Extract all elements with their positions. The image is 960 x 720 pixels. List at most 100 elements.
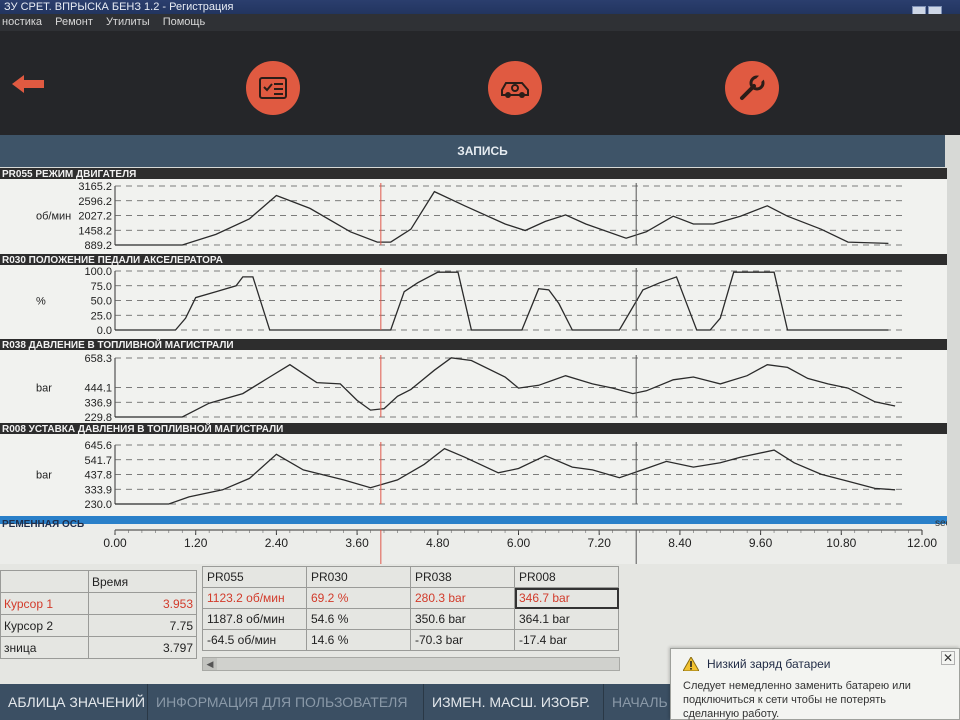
tick-label: 229.8 [84, 412, 112, 424]
notification-message: Следует немедленно заменить батарею или … [683, 680, 911, 720]
menu-bar: ностика Ремонт Утилиты Помощь [0, 14, 960, 31]
table-cell: 1123.2 об/мин [202, 587, 307, 609]
table-cell: 280.3 bar [410, 587, 515, 609]
horizontal-scrollbar[interactable]: ◀ [202, 657, 620, 671]
tick-label: 2596.2 [78, 196, 112, 208]
tick-label: 50.0 [91, 296, 112, 308]
y-axis-label: bar [36, 383, 52, 395]
checklist-button[interactable] [246, 61, 300, 115]
table-row[interactable]: Курсор 1 3.953 [0, 592, 197, 615]
time-tick-label: 1.20 [184, 536, 208, 550]
time-axis-svg: РЕМЕННАЯ ОСЬ sec 0.00 1.20 2.40 3.60 4.80 6.00 7… [0, 516, 951, 564]
time-axis-title: РЕМЕННАЯ ОСЬ [2, 519, 84, 530]
menu-diagnostics[interactable]: ностика [2, 16, 42, 28]
tab-user-info[interactable]: ИНФОРМАЦИЯ ДЛЯ ПОЛЬЗОВАТЕЛЯ [148, 684, 424, 720]
time-tick-label: 4.80 [426, 536, 450, 550]
series-line [115, 447, 896, 505]
app-window: ЗУ СРЕТ. ВПРЫСКА БЕНЗ 1.2 - Регистрация … [0, 0, 960, 720]
chart-area[interactable]: PR055 РЕЖИМ ДВИГАТЕЛЯ 3165.2 2596.2 2027.2 1… [0, 168, 947, 516]
tab-values-table[interactable]: АБЛИЦА ЗНАЧЕНИЙ [0, 684, 148, 720]
y-axis-label: bar [36, 470, 52, 482]
table-row: PR055 PR030 PR038 PR008 [202, 566, 619, 588]
time-tick-label: 3.60 [345, 536, 369, 550]
engine-button[interactable] [488, 61, 542, 115]
table-cell: -17.4 bar [514, 629, 619, 651]
menu-utilities[interactable]: Утилиты [106, 16, 150, 28]
column-header: PR055 [202, 566, 307, 588]
menu-help[interactable]: Помощь [163, 16, 206, 28]
tick-label: 437.8 [84, 470, 112, 482]
cursor1-time: 3.953 [88, 592, 197, 615]
series-line [115, 271, 889, 331]
table-row: Время [0, 570, 197, 593]
tick-label: 3165.2 [78, 181, 112, 193]
difference-label: зница [0, 636, 89, 659]
tick-label: 444.1 [84, 382, 112, 394]
tick-label: 336.9 [84, 397, 112, 409]
column-header: PR038 [410, 566, 515, 588]
time-unit-label: sec [935, 518, 947, 529]
cursor2-time: 7.75 [88, 614, 197, 637]
tick-label: 230.0 [84, 499, 112, 511]
values-table: PR055 PR030 PR038 PR008 1123.2 об/мин 69… [202, 566, 619, 651]
table-row[interactable]: зница 3.797 [0, 636, 197, 659]
table-row[interactable]: 1187.8 об/мин 54.6 % 350.6 bar 364.1 bar [202, 608, 619, 630]
tick-label: 0.0 [97, 325, 112, 337]
back-arrow-icon[interactable] [12, 73, 46, 95]
toolbar [0, 31, 960, 135]
table-row[interactable]: -64.5 об/мин 14.6 % -70.3 bar -17.4 bar [202, 629, 619, 651]
warning-icon [683, 657, 699, 671]
time-tick-label: 12.00 [907, 536, 937, 550]
table-cell [0, 570, 89, 593]
time-tick-label: 8.40 [668, 536, 692, 550]
scroll-left-icon[interactable]: ◀ [203, 658, 217, 670]
series-line [115, 190, 889, 246]
difference-time: 3.797 [88, 636, 197, 659]
chart-header-bar [0, 168, 947, 179]
time-tick-label: 10.80 [826, 536, 856, 550]
battery-notification[interactable]: Низкий заряд батареи Следует немедленно … [670, 648, 960, 720]
minimize-button[interactable] [912, 6, 926, 14]
notification-title: Низкий заряд батареи [707, 657, 831, 671]
time-tick-label: 2.40 [265, 536, 289, 550]
tick-label: 645.6 [84, 440, 112, 452]
cursor2-label: Курсор 2 [0, 614, 89, 637]
time-axis: РЕМЕННАЯ ОСЬ sec 0.00 1.20 2.40 3.60 4.80 6.00 7… [0, 516, 951, 564]
table-cell: 69.2 % [306, 587, 411, 609]
tick-label: 658.3 [84, 353, 112, 365]
column-header: PR008 [514, 566, 619, 588]
wrench-button[interactable] [725, 61, 779, 115]
cursor1-label: Курсор 1 [0, 592, 89, 615]
column-header: PR030 [306, 566, 411, 588]
y-axis-label: % [36, 296, 46, 308]
window-controls [912, 6, 942, 14]
charts-svg: PR055 РЕЖИМ ДВИГАТЕЛЯ3165.2 2596.2 2027.2 1… [0, 168, 947, 511]
y-axis-label: об/мин [36, 211, 71, 223]
tick-label: 889.2 [84, 240, 112, 252]
maximize-button[interactable] [928, 6, 942, 14]
window-title-bar: ЗУ СРЕТ. ВПРЫСКА БЕНЗ 1.2 - Регистрация [0, 0, 960, 14]
close-icon[interactable]: ✕ [941, 651, 955, 665]
window-title: ЗУ СРЕТ. ВПРЫСКА БЕНЗ 1.2 - Регистрация [4, 1, 234, 13]
table-cell-selected[interactable]: 346.7 bar [514, 587, 619, 609]
checklist-icon [259, 77, 287, 99]
tab-zoom[interactable]: ИЗМЕН. МАСШ. ИЗОБР. [424, 684, 604, 720]
tick-label: 333.9 [84, 484, 112, 496]
tick-label: 541.7 [84, 455, 112, 467]
tick-label: 75.0 [91, 281, 112, 293]
table-cell: 364.1 bar [514, 608, 619, 630]
tick-label: 1458.2 [78, 225, 112, 237]
wrench-icon [740, 74, 765, 100]
table-row[interactable]: 1123.2 об/мин 69.2 % 280.3 bar 346.7 bar [202, 587, 619, 609]
engine-icon [501, 82, 529, 98]
chart-title: R038 ДАВЛЕНИЕ В ТОПЛИВНОЙ МАГИСТРАЛИ [2, 338, 234, 351]
tick-label: 100.0 [84, 266, 112, 278]
table-cell: 1187.8 об/мин [202, 608, 307, 630]
table-header: Время [88, 570, 197, 593]
table-cell: 54.6 % [306, 608, 411, 630]
menu-repair[interactable]: Ремонт [55, 16, 93, 28]
table-cell: -64.5 об/мин [202, 629, 307, 651]
time-tick-label: 6.00 [507, 536, 531, 550]
section-title: ЗАПИСЬ [457, 144, 508, 158]
table-row[interactable]: Курсор 2 7.75 [0, 614, 197, 637]
